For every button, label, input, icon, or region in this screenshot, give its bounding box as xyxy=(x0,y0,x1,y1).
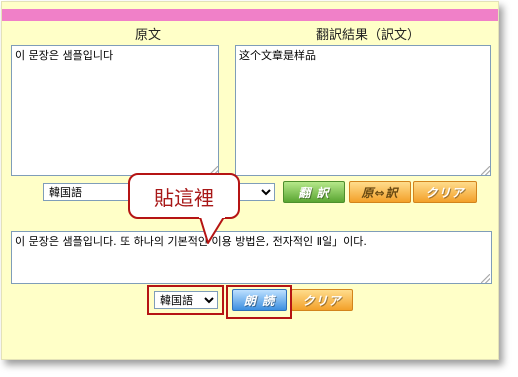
highlight-frame-read xyxy=(226,285,292,319)
clear-button[interactable]: クリア xyxy=(413,181,477,203)
result-header: 翻訳結果（訳文） xyxy=(316,28,421,43)
resize-grip-icon[interactable] xyxy=(481,166,490,175)
translate-button[interactable]: 翻 訳 xyxy=(283,181,345,203)
swap-button[interactable]: 原⇔訳 xyxy=(349,181,411,203)
source-header: 原文 xyxy=(135,28,162,43)
clear-reading-button[interactable]: クリア xyxy=(291,289,353,311)
source-textarea[interactable]: 이 문장은 샘플입니다 xyxy=(11,45,219,176)
reading-textarea[interactable]: 이 문장은 샘플입니다. 또 하나의 기본적인 이용 방법은, 전자적인 Ⅱ일」… xyxy=(11,231,492,284)
result-textarea[interactable]: 这个文章是样品 xyxy=(235,45,491,176)
callout-pointer xyxy=(199,216,225,244)
header-bar xyxy=(2,9,498,21)
highlight-frame-language xyxy=(147,285,224,315)
translator-panel: 原文 翻訳結果（訳文） 이 문장은 샘플입니다 这个文章是样品 韓国語 翻 訳 … xyxy=(1,1,499,360)
paste-here-callout: 貼這裡 xyxy=(128,173,240,219)
resize-grip-icon[interactable] xyxy=(481,274,490,283)
